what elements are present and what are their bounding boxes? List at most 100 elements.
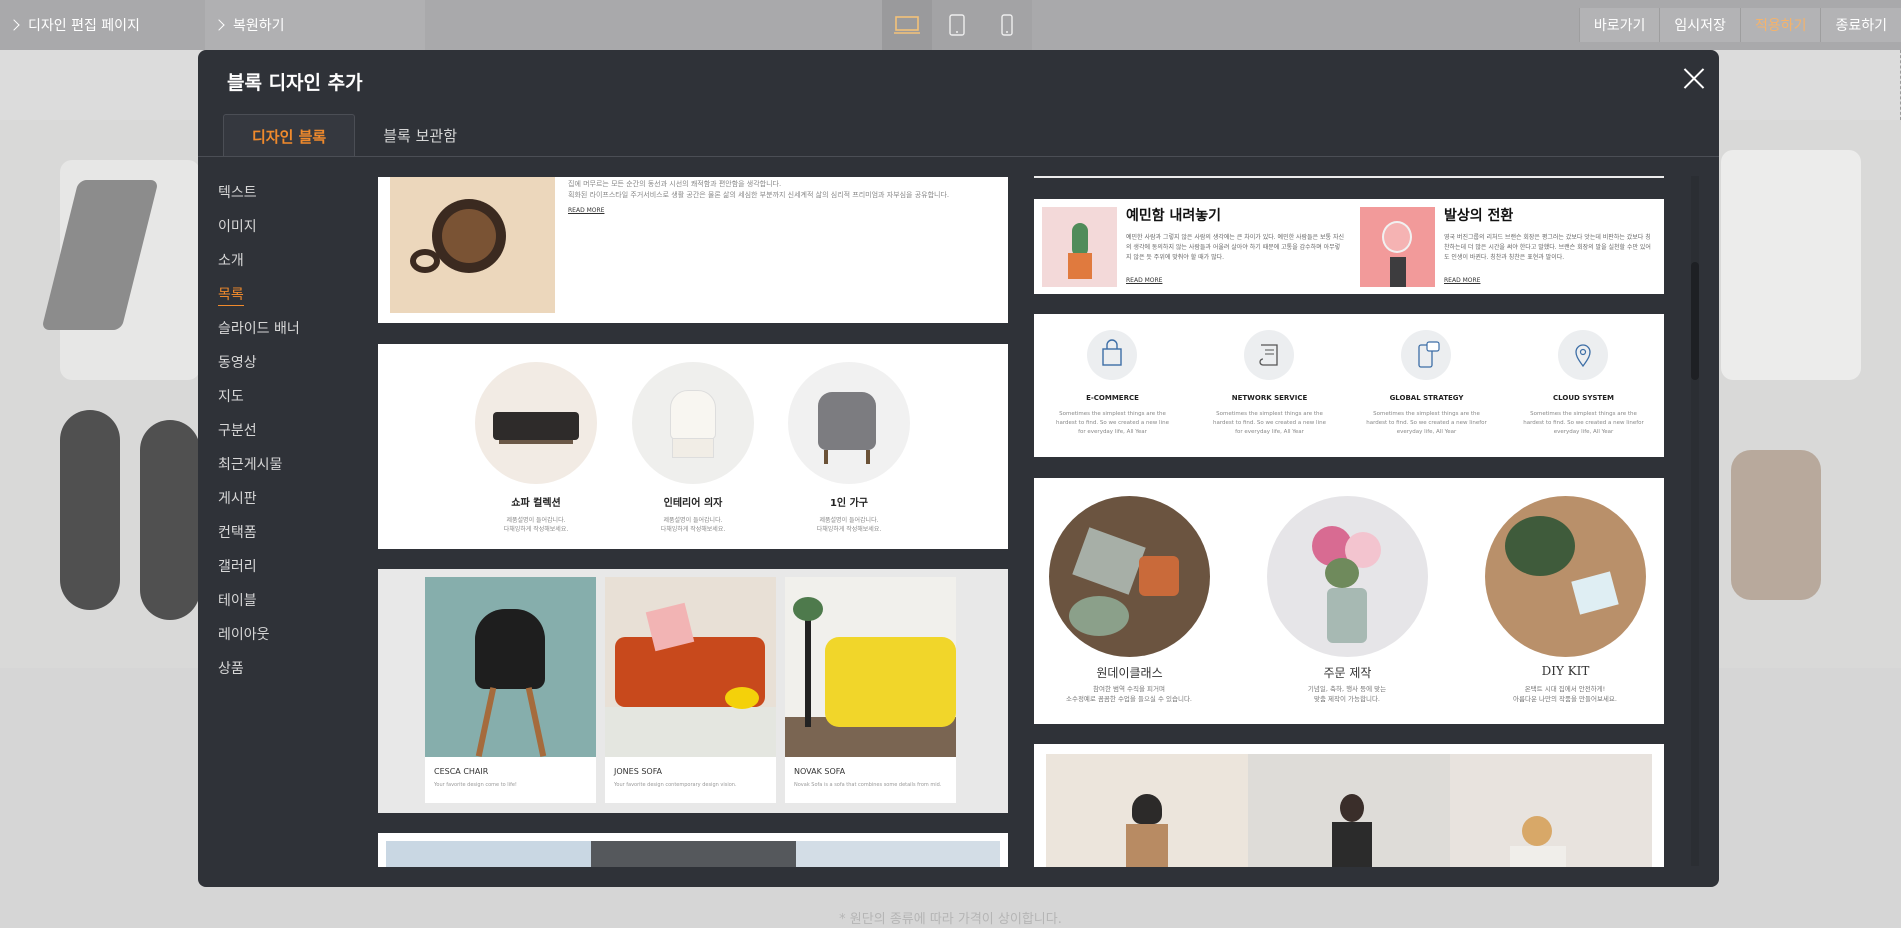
block-card-two-column[interactable]: 예민함 내려놓기 예민한 사람과 그렇지 않은 사람의 생각에는 큰 차이가 있…	[1034, 199, 1664, 294]
price-note: * 원단의 종류에 따라 가격이 상이합니다.	[839, 912, 1062, 927]
gallery-image	[796, 841, 1000, 867]
diy-kit-image	[1485, 496, 1646, 657]
feature-desc: Sometimes the simplest things are the ha…	[1213, 411, 1326, 435]
flower-desc-line: 온택트 시대 집에서 안전하게!	[1524, 685, 1606, 693]
flower-desc-line: 맞춤 제작이 가능합니다.	[1314, 695, 1380, 703]
chair-image	[425, 577, 596, 757]
mobile-icon	[1001, 14, 1013, 36]
feature-desc: Sometimes the simplest things are the ha…	[1523, 411, 1644, 435]
editor-actions: 바로가기 임시저장 적용하기 종료하기	[1578, 8, 1901, 42]
chevron-right-icon	[213, 19, 225, 31]
product-name: CESCA CHAIR	[434, 767, 489, 776]
device-switcher	[882, 0, 1032, 50]
apply-button[interactable]: 적용하기	[1739, 8, 1821, 42]
restore-link[interactable]: 복원하기	[205, 0, 425, 50]
block-card-coffee[interactable]: 집에 머무르는 모든 순간의 동선과 시선의 쾌적함과 편안함을 생각합니다. …	[378, 177, 1008, 323]
product-desc: Novak Sofa is a sofa that combines some …	[794, 782, 942, 788]
shortcut-button[interactable]: 바로가기	[1578, 8, 1660, 42]
shoe-image	[140, 420, 200, 620]
sofa-image	[605, 577, 776, 757]
yellow-sofa-image	[785, 577, 956, 757]
feature-title: CLOUD SYSTEM	[1553, 394, 1614, 402]
feature-title: GLOBAL STRATEGY	[1389, 394, 1464, 402]
flower-desc-line: 소수정예로 꼼꼼한 수업을 들으실 수 있습니다.	[1065, 695, 1193, 703]
two-col-title: 발상의 전환	[1444, 208, 1514, 224]
feature-title: NETWORK SERVICE	[1231, 394, 1308, 402]
block-card-divider-partial	[1034, 176, 1664, 178]
product-desc: Your favorite design come to life!	[434, 782, 517, 788]
product-name: JONES SOFA	[614, 767, 663, 776]
mobile-view-button[interactable]	[982, 0, 1032, 50]
gallery-image	[386, 841, 591, 867]
shopping-bag-icon	[1087, 330, 1137, 380]
flower-desc: 기념일, 축하, 행사 등에 맞는맞춤 제작이 가능합니다.	[1252, 684, 1442, 704]
flower-desc: 참여한 범역 수직을 피거며소수정예로 꼼꼼한 수업을 들으실 수 있습니다.	[1034, 684, 1224, 704]
chevron-right-icon	[8, 19, 20, 31]
bouquet-image	[1267, 496, 1428, 657]
kid-image	[1046, 754, 1248, 867]
scroll-icon	[1244, 330, 1294, 380]
exit-button[interactable]: 종료하기	[1820, 8, 1901, 42]
product-tile: JONES SOFA Your favorite design contempo…	[605, 577, 776, 803]
product-tile: CESCA CHAIR Your favorite design come to…	[425, 577, 596, 803]
coffee-line-2: 획화된 라이프스타일 주거서비스로 생활 공간은 물론 삶의 세심한 부분까지 …	[568, 191, 950, 199]
block-card-kids-partial[interactable]	[1034, 744, 1664, 867]
two-col-title: 예민함 내려놓기	[1126, 208, 1222, 224]
product-name: NOVAK SOFA	[794, 767, 846, 776]
kid-image	[1450, 754, 1652, 867]
flower-desc: 온택트 시대 집에서 안전하게! 아름다운 나만의 작품을 만들어보세요.	[1470, 684, 1660, 704]
boot-image	[1731, 450, 1821, 600]
shoe-image	[60, 410, 120, 610]
page-name-link[interactable]: 디자인 편집 페이지	[0, 0, 205, 50]
furniture-desc-line: 제품설명이 들어갑니다.	[663, 517, 723, 524]
shirt-image	[1721, 150, 1861, 380]
armchair-image	[788, 362, 910, 484]
chair-image	[632, 362, 754, 484]
coffee-line-1: 집에 머무르는 모든 순간의 동선과 시선의 쾌적함과 편안함을 생각합니다.	[568, 180, 782, 188]
feature-desc: Sometimes the simplest things are the ha…	[1056, 411, 1169, 435]
terrarium-image	[1049, 496, 1210, 657]
furniture-title: 인테리어 의자	[663, 498, 723, 509]
sofa-image	[475, 362, 597, 484]
feature-desc: Sometimes the simplest things are the ha…	[1366, 411, 1487, 435]
block-design-modal: 블록 디자인 추가 디자인 블록 블록 보관함 텍스트 이미지 소개 목록 슬라…	[198, 50, 1719, 887]
block-card-icons[interactable]: E-COMMERCE Sometimes the simplest things…	[1034, 314, 1664, 457]
temp-save-button[interactable]: 임시저장	[1659, 8, 1740, 42]
furniture-desc: 제품설명이 들어갑니다. 다채잉하게 작성해보세요.	[465, 516, 607, 534]
desktop-icon	[894, 16, 920, 34]
flower-desc-line: 아름다운 나만의 작품을 만들어보세요.	[1513, 695, 1617, 703]
tablet-icon	[949, 14, 965, 36]
editor-topbar: 디자인 편집 페이지 복원하기 바로가기 임시저장 적용하기 종료하기	[0, 0, 1901, 50]
flower-desc-line: 참여한 범역 수직을 피거며	[1093, 685, 1165, 693]
two-col-readmore: READ MORE	[1444, 277, 1481, 284]
restore-label: 복원하기	[233, 18, 285, 34]
product-desc: Your favorite design contemporary design…	[614, 782, 737, 788]
coffee-readmore: READ MORE	[568, 207, 605, 214]
two-col-text: 영국 버진그룹의 리처드 브랜슨 회장은 평그러는 갔보다 앗는데 비판하는 갔…	[1444, 234, 1651, 261]
block-card-flowers[interactable]: 원데이클래스 주문 제작 DIY KIT 참여한 범역 수직을 피거며 소수정예로…	[1034, 478, 1664, 724]
coffee-image	[390, 177, 555, 313]
gallery-image	[591, 841, 796, 867]
furniture-title: 1인 가구	[829, 498, 869, 509]
flower-title: DIY KIT	[1541, 664, 1590, 678]
two-col-readmore: READ MORE	[1126, 277, 1163, 284]
furniture-desc-line: 제품설명이 들어갑니다.	[819, 517, 879, 524]
furniture-desc-line: 다채잉하게 작성해보세요.	[503, 526, 569, 533]
flower-desc-line: 기념일, 축하, 행사 등에 맞는	[1307, 685, 1387, 693]
block-card-gallery-partial[interactable]	[378, 833, 1008, 867]
flower-title: 주문 제작	[1323, 666, 1372, 680]
desktop-view-button[interactable]	[882, 0, 932, 50]
page-name-label: 디자인 편집 페이지	[28, 18, 140, 34]
product-tile: NOVAK SOFA Novak Sofa is a sofa that com…	[785, 577, 956, 803]
block-card-furniture[interactable]: 쇼파 컬렉션 인테리어 의자 1인 가구 제품설명이 들어갑니다. 다채잉하게 작…	[378, 344, 1008, 549]
furniture-desc-line: 제품설명이 들어갑니다.	[506, 517, 566, 524]
scrollbar-thumb[interactable]	[1691, 262, 1699, 380]
bulb-image	[1360, 207, 1435, 287]
feature-title: E-COMMERCE	[1086, 394, 1139, 402]
feature-item: CLOUD SYSTEM Sometimes the simplest thin…	[1505, 314, 1662, 457]
map-pin-icon	[1558, 330, 1608, 380]
tablet-view-button[interactable]	[932, 0, 982, 50]
furniture-desc: 제품설명이 들어갑니다. 다채잉하게 작성해보세요.	[622, 516, 764, 534]
block-card-products[interactable]: CESCA CHAIR Your favorite design come to…	[378, 569, 1008, 813]
furniture-desc: 제품설명이 들어갑니다. 다채잉하게 작성해보세요.	[778, 516, 920, 534]
